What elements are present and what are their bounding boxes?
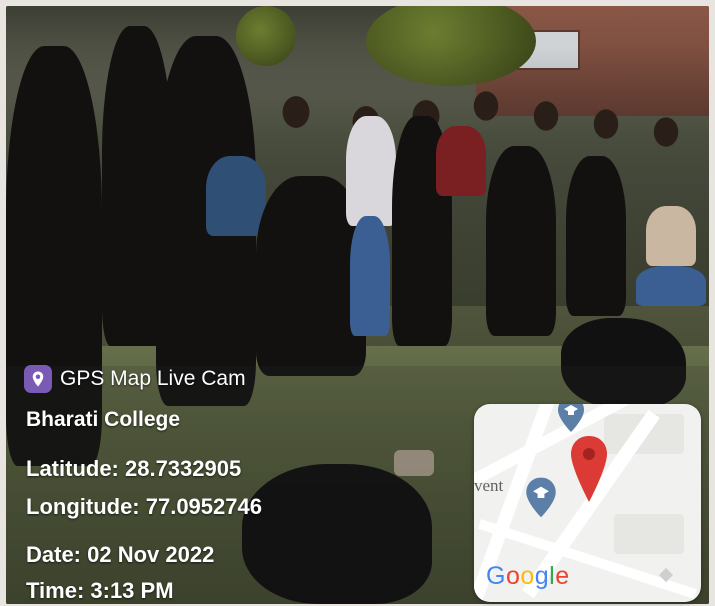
- map-place-label: vent: [474, 476, 504, 495]
- google-logo-letter: o: [505, 562, 521, 590]
- app-name: GPS Map Live Cam: [60, 367, 246, 390]
- google-logo-letter: o: [520, 562, 535, 590]
- location-pin-icon: [24, 365, 52, 393]
- google-logo-letter: e: [555, 562, 570, 590]
- map-block: [614, 514, 684, 554]
- place-name: Bharati College: [26, 408, 181, 431]
- school-pin-icon: [526, 477, 556, 518]
- latitude-text: Latitude: 28.7332905: [26, 456, 242, 481]
- app-badge: GPS Map Live Cam: [24, 365, 246, 393]
- google-logo-letter: G: [486, 562, 506, 590]
- red-map-pin-icon: [571, 436, 607, 502]
- school-pin-icon: [558, 404, 584, 432]
- date-text: Date: 02 Nov 2022: [26, 542, 215, 567]
- time-text: Time: 3:13 PM: [26, 578, 174, 603]
- google-logo: Google: [486, 562, 570, 591]
- google-logo-letter: g: [534, 562, 550, 590]
- map-thumbnail: vent Google: [474, 404, 701, 602]
- longitude-text: Longitude: 77.0952746: [26, 494, 262, 519]
